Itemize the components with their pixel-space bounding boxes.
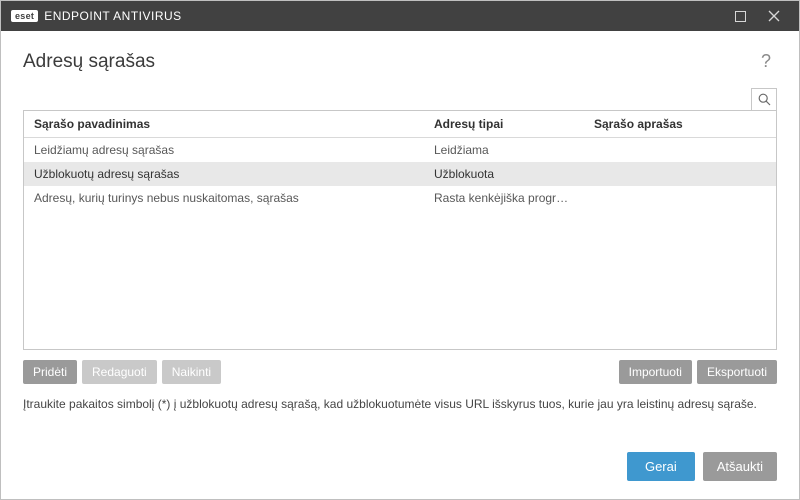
ok-button[interactable]: Gerai — [627, 452, 695, 481]
minimize-button[interactable] — [723, 1, 757, 31]
add-button[interactable]: Pridėti — [23, 360, 77, 384]
table-row[interactable]: Adresų, kurių turinys nebus nuskaitomas,… — [24, 186, 776, 210]
page-title: Adresų sąrašas — [23, 51, 155, 73]
cell-type: Leidžiama — [424, 142, 584, 158]
cell-desc — [584, 166, 776, 182]
dialog-footer: Gerai Atšaukti — [1, 434, 799, 499]
cell-type: Užblokuota — [424, 166, 584, 182]
column-header-name[interactable]: Sąrašo pavadinimas — [24, 111, 424, 137]
page-header: Adresų sąrašas ? — [1, 31, 799, 88]
export-button[interactable]: Eksportuoti — [697, 360, 777, 384]
hint-text: Įtraukite pakaitos simbolį (*) į užbloku… — [23, 392, 777, 413]
close-icon — [768, 10, 780, 22]
cell-name: Leidžiamų adresų sąrašas — [24, 142, 424, 158]
search-icon — [758, 93, 771, 106]
table-row[interactable]: Leidžiamų adresų sąrašas Leidžiama — [24, 138, 776, 162]
brand: eset ENDPOINT ANTIVIRUS — [11, 9, 182, 23]
table-body: Leidžiamų adresų sąrašas Leidžiama Užblo… — [24, 138, 776, 349]
help-button[interactable]: ? — [755, 49, 777, 74]
titlebar: eset ENDPOINT ANTIVIRUS — [1, 1, 799, 31]
import-button[interactable]: Importuoti — [619, 360, 692, 384]
delete-button[interactable]: Naikinti — [162, 360, 221, 384]
minimize-icon — [735, 11, 746, 22]
column-header-type[interactable]: Adresų tipai — [424, 111, 584, 137]
cell-name: Adresų, kurių turinys nebus nuskaitomas,… — [24, 190, 424, 206]
brand-badge: eset — [11, 10, 38, 22]
address-list-table: Sąrašo pavadinimas Adresų tipai Sąrašo a… — [23, 110, 777, 350]
table-header: Sąrašo pavadinimas Adresų tipai Sąrašo a… — [24, 111, 776, 138]
search-button[interactable] — [751, 88, 777, 110]
table-toolbar: Pridėti Redaguoti Naikinti Importuoti Ek… — [23, 350, 777, 392]
cell-type: Rasta kenkėjiška programi... — [424, 190, 584, 206]
cell-name: Užblokuotų adresų sąrašas — [24, 166, 424, 182]
cell-desc — [584, 142, 776, 158]
column-header-desc[interactable]: Sąrašo aprašas — [584, 111, 776, 137]
app-window: eset ENDPOINT ANTIVIRUS Adresų sąrašas ?… — [0, 0, 800, 500]
search-row — [23, 88, 777, 110]
edit-button[interactable]: Redaguoti — [82, 360, 157, 384]
help-icon: ? — [761, 51, 771, 71]
cell-desc — [584, 190, 776, 206]
brand-text: ENDPOINT ANTIVIRUS — [44, 9, 181, 23]
content-area: Sąrašo pavadinimas Adresų tipai Sąrašo a… — [1, 88, 799, 434]
table-row[interactable]: Užblokuotų adresų sąrašas Užblokuota — [24, 162, 776, 186]
close-button[interactable] — [757, 1, 791, 31]
cancel-button[interactable]: Atšaukti — [703, 452, 777, 481]
